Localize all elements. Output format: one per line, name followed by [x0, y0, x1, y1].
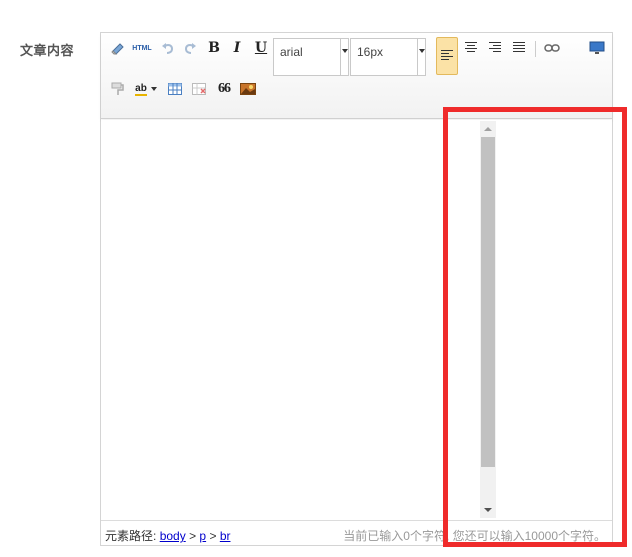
- scroll-down-icon[interactable]: [480, 502, 496, 518]
- editor-content-area[interactable]: [101, 120, 612, 520]
- underline-button[interactable]: U: [250, 37, 272, 59]
- format-painter-icon[interactable]: [107, 78, 129, 100]
- align-left-button[interactable]: [436, 37, 458, 75]
- align-justify-icon[interactable]: [508, 37, 530, 59]
- align-right-icon[interactable]: [484, 37, 506, 59]
- table-delete-icon[interactable]: [188, 78, 210, 100]
- path-separator: >: [189, 529, 197, 543]
- undo-icon[interactable]: [157, 37, 179, 59]
- eraser-icon[interactable]: [107, 37, 129, 59]
- scrollbar-thumb[interactable]: [481, 137, 495, 467]
- article-content-label: 文章内容: [20, 44, 75, 59]
- path-link-body[interactable]: body: [160, 529, 186, 543]
- font-family-select[interactable]: arial: [273, 38, 349, 76]
- blockquote-button[interactable]: 66: [213, 78, 235, 100]
- spellcheck-dropdown[interactable]: ab: [131, 78, 161, 100]
- element-path: 元素路径: body > p > br: [105, 527, 230, 544]
- chevron-down-icon[interactable]: [417, 39, 425, 75]
- font-family-value: arial: [280, 45, 303, 59]
- path-link-p[interactable]: p: [199, 529, 206, 543]
- editor-statusbar: 元素路径: body > p > br 当前已输入0个字符, 您还可以输入100…: [101, 520, 612, 545]
- chevron-down-icon[interactable]: [340, 39, 348, 75]
- path-link-br[interactable]: br: [220, 529, 231, 543]
- align-center-icon[interactable]: [460, 37, 482, 59]
- fullscreen-icon[interactable]: [586, 37, 608, 59]
- scroll-up-icon[interactable]: [480, 121, 496, 137]
- editor-toolbar: HTML B I U arial 16px ab 66: [101, 33, 612, 119]
- word-count: 当前已输入0个字符, 您还可以输入10000个字符。: [343, 529, 606, 543]
- image-icon[interactable]: [237, 78, 259, 100]
- html-source-button[interactable]: HTML: [129, 37, 155, 59]
- path-separator: >: [209, 529, 217, 543]
- element-path-label: 元素路径:: [105, 529, 157, 543]
- toolbar-separator: [535, 41, 536, 57]
- font-size-select[interactable]: 16px: [350, 38, 426, 76]
- italic-button[interactable]: I: [226, 37, 248, 59]
- content-scrollbar[interactable]: [480, 121, 496, 518]
- bold-button[interactable]: B: [203, 37, 225, 59]
- font-size-value: 16px: [357, 45, 384, 59]
- link-icon[interactable]: [541, 37, 563, 59]
- spellcheck-label: ab: [135, 82, 147, 96]
- table-icon[interactable]: [164, 78, 186, 100]
- redo-icon[interactable]: [179, 37, 201, 59]
- chevron-down-icon: [150, 87, 157, 91]
- rich-text-editor: HTML B I U arial 16px ab 66 元素路径: body >…: [100, 32, 613, 546]
